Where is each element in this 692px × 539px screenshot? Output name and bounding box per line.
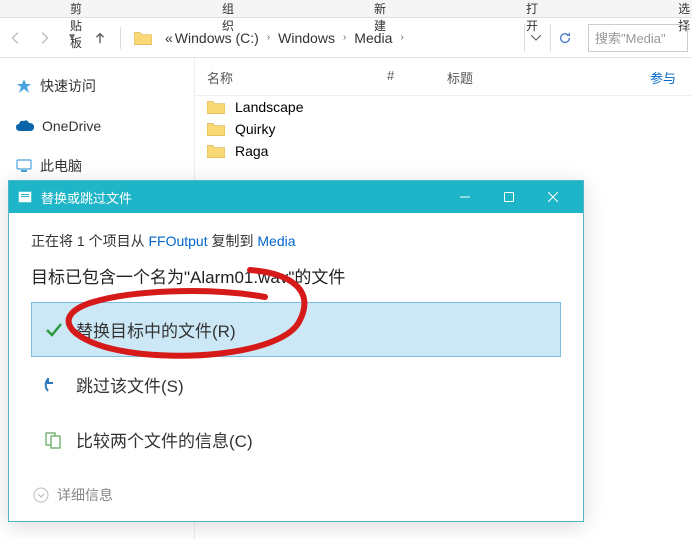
sidebar-label: 此电脑 (40, 156, 82, 176)
ribbon-label: 打开 (526, 0, 538, 17)
sidebar-onedrive[interactable]: OneDrive (0, 112, 194, 140)
search-placeholder: 搜索"Media" (595, 28, 666, 47)
ribbon-label: 组织 (222, 0, 234, 17)
breadcrumb-item[interactable]: Windows (278, 30, 335, 46)
sidebar-quick-access[interactable]: 快速访问 (0, 70, 194, 102)
pc-icon (16, 159, 32, 173)
back-button[interactable] (4, 26, 28, 50)
address-dropdown[interactable] (524, 24, 546, 52)
minimize-button[interactable] (443, 181, 487, 213)
chevron-right-icon[interactable]: › (394, 32, 409, 43)
column-title[interactable]: 标题 (447, 68, 547, 87)
compare-icon (44, 430, 64, 450)
conflict-filename: Alarm01.wav (190, 268, 288, 287)
folder-icon (207, 99, 225, 115)
folder-icon (207, 143, 225, 159)
breadcrumb-prefix: « (165, 30, 173, 46)
option-skip[interactable]: 跳过该文件(S) (31, 357, 561, 412)
ribbon-labels: 剪贴板 组织 新建 打开 选择 (0, 0, 692, 18)
copy-status: 正在将 1 个项目从 FFOutput 复制到 Media (31, 231, 561, 251)
option-label: 替换目标中的文件(R) (76, 317, 236, 342)
dialog-icon (17, 189, 33, 205)
forward-button[interactable] (32, 26, 56, 50)
chevron-right-icon[interactable]: › (337, 32, 352, 43)
check-icon (44, 320, 64, 340)
chevron-down-icon (33, 487, 49, 503)
star-icon (16, 78, 32, 94)
column-name[interactable]: 名称 (207, 68, 387, 87)
file-name: Quirky (235, 121, 275, 137)
column-headers: 名称 # 标题 参与 (195, 64, 692, 96)
option-label: 跳过该文件(S) (76, 372, 184, 397)
column-more[interactable]: 参与 (547, 68, 692, 87)
ribbon-label: 新建 (374, 0, 386, 17)
option-compare[interactable]: 比较两个文件的信息(C) (31, 412, 561, 467)
dialog-titlebar[interactable]: 替换或跳过文件 (9, 181, 583, 213)
folder-icon (133, 30, 153, 46)
column-number[interactable]: # (387, 68, 447, 87)
folder-row[interactable]: Raga (195, 140, 692, 162)
refresh-button[interactable] (550, 24, 578, 52)
details-label: 详细信息 (57, 485, 113, 505)
folder-row[interactable]: Landscape (195, 96, 692, 118)
up-button[interactable] (88, 26, 112, 50)
sidebar-label: OneDrive (42, 118, 101, 134)
recent-dropdown[interactable]: ▼ (60, 26, 84, 50)
maximize-button[interactable] (487, 181, 531, 213)
breadcrumb[interactable]: « Windows (C:) › Windows › Media › (161, 30, 520, 46)
dialog-title: 替换或跳过文件 (41, 188, 443, 207)
folder-row[interactable]: Quirky (195, 118, 692, 140)
address-bar: ▼ « Windows (C:) › Windows › Media › 搜索"… (0, 18, 692, 58)
ribbon-label: 剪贴板 (70, 0, 82, 17)
folder-icon (207, 121, 225, 137)
details-toggle[interactable]: 详细信息 (31, 481, 561, 509)
file-name: Raga (235, 143, 268, 159)
chevron-right-icon[interactable]: › (261, 32, 276, 43)
breadcrumb-item[interactable]: Media (354, 30, 392, 46)
search-input[interactable]: 搜索"Media" (588, 24, 688, 52)
close-button[interactable] (531, 181, 575, 213)
breadcrumb-item[interactable]: Windows (C:) (175, 30, 259, 46)
sidebar-label: 快速访问 (40, 76, 96, 96)
sidebar-this-pc[interactable]: 此电脑 (0, 150, 194, 182)
dest-link[interactable]: Media (257, 233, 295, 249)
skip-icon (44, 375, 64, 395)
file-conflict-dialog: 替换或跳过文件 正在将 1 个项目从 FFOutput 复制到 Media 目标… (8, 180, 584, 522)
cloud-icon (16, 120, 34, 132)
source-link[interactable]: FFOutput (148, 233, 207, 249)
conflict-message: 目标已包含一个名为"Alarm01.wav"的文件 (31, 263, 561, 288)
ribbon-label: 选择 (678, 0, 690, 17)
option-label: 比较两个文件的信息(C) (76, 427, 253, 452)
option-replace[interactable]: 替换目标中的文件(R) (31, 302, 561, 357)
file-name: Landscape (235, 99, 304, 115)
